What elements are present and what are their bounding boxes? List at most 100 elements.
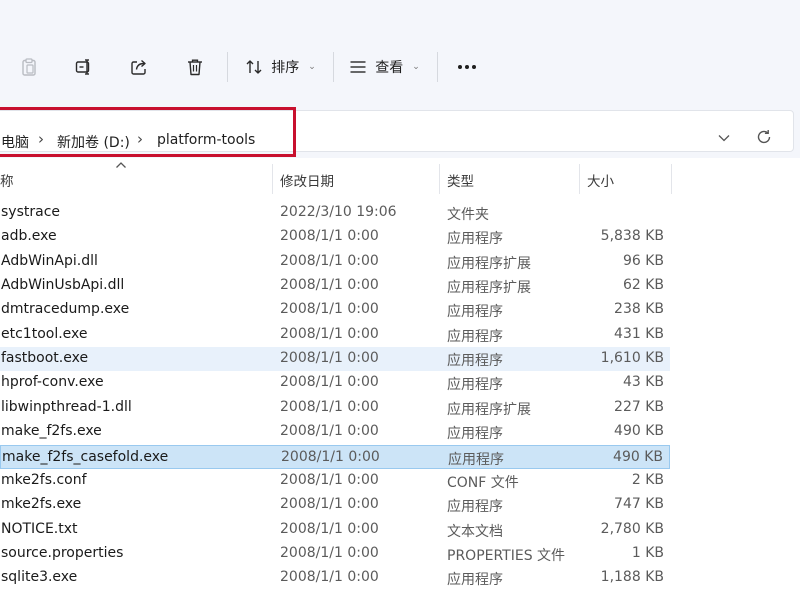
file-row[interactable]: make_f2fs_casefold.exe 2008/1/1 0:00 应用程序 4…: [0, 444, 670, 469]
file-date-modified: 2022/3/10 19:06: [280, 204, 397, 220]
file-date-modified: 2008/1/1 0:00: [280, 544, 379, 561]
file-date-modified: 2008/1/1 0:00: [280, 350, 379, 367]
file-name: fastboot.exe: [1, 350, 89, 367]
clipboard-icon: [22, 58, 36, 76]
file-size: 43 KB: [622, 374, 664, 391]
share-icon: [131, 59, 146, 75]
sort-label: 排序: [271, 60, 300, 76]
delete-button[interactable]: [178, 50, 212, 84]
column-header-name[interactable]: 称: [0, 170, 14, 190]
file-name: libwinpthread-1.dll: [1, 398, 132, 415]
more-dot: [465, 65, 469, 69]
file-row[interactable]: source.properties 2008/1/1 0:00 PROPERTIES…: [0, 542, 670, 566]
chevron-right-icon[interactable]: ›: [38, 130, 44, 148]
file-date-modified: 2008/1/1 0:00: [280, 471, 379, 488]
file-row[interactable]: AdbWinApi.dll 2008/1/1 0:00 应用程序扩展 96 KB: [0, 250, 670, 274]
file-row[interactable]: sqlite3.exe 2008/1/1 0:00 应用程序 1,188 KB: [0, 566, 670, 590]
file-size: 431 KB: [614, 325, 664, 342]
file-date-modified: 2008/1/1 0:00: [280, 252, 379, 269]
file-date-modified: 2008/1/1 0:00: [281, 448, 380, 465]
column-divider[interactable]: [439, 164, 440, 194]
file-date-modified: 2008/1/1 0:00: [280, 569, 379, 586]
share-button[interactable]: [122, 50, 156, 84]
file-date-modified: 2008/1/1 0:00: [280, 423, 379, 440]
file-name: adb.exe: [1, 228, 57, 245]
file-name: NOTICE.txt: [1, 520, 78, 537]
file-size: 227 KB: [614, 398, 664, 415]
file-row[interactable]: adb.exe 2008/1/1 0:00 应用程序 5,838 KB: [0, 225, 670, 249]
file-size: 2 KB: [631, 471, 664, 488]
sort-icon: [246, 60, 262, 74]
file-row[interactable]: mke2fs.exe 2008/1/1 0:00 应用程序 747 KB: [0, 493, 670, 517]
file-row[interactable]: AdbWinUsbApi.dll 2008/1/1 0:00 应用程序扩展 62 KB: [0, 274, 670, 298]
refresh-icon[interactable]: [755, 128, 773, 146]
breadcrumb-platform-tools[interactable]: platform-tools: [157, 132, 255, 148]
column-header-type[interactable]: 类型: [447, 170, 474, 190]
file-type: 应用程序: [448, 451, 504, 468]
view-list-icon: [350, 61, 366, 73]
file-date-modified: 2008/1/1 0:00: [280, 228, 379, 245]
file-name: hprof-conv.exe: [1, 374, 104, 391]
file-date-modified: 2008/1/1 0:00: [280, 277, 379, 294]
file-row[interactable]: systrace 2022/3/10 19:06 文件夹: [0, 201, 670, 225]
column-divider[interactable]: [272, 164, 273, 194]
view-button[interactable]: 查看 ⌄: [344, 50, 424, 84]
file-size: 62 KB: [622, 277, 664, 294]
chevron-right-icon[interactable]: ›: [137, 130, 143, 148]
file-name: systrace: [1, 204, 61, 220]
file-type: 应用程序: [447, 231, 503, 248]
toolbar-separator: [333, 52, 334, 82]
more-options-button[interactable]: [452, 52, 482, 82]
file-row[interactable]: hprof-conv.exe 2008/1/1 0:00 应用程序 43 KB: [0, 371, 670, 395]
file-type: 应用程序: [447, 499, 503, 516]
file-name: sqlite3.exe: [1, 569, 78, 586]
file-size: 5,838 KB: [600, 228, 664, 245]
file-size: 490 KB: [614, 423, 664, 440]
file-size: 747 KB: [614, 496, 664, 513]
file-row[interactable]: etc1tool.exe 2008/1/1 0:00 应用程序 431 KB: [0, 323, 670, 347]
file-type: 应用程序: [447, 304, 503, 321]
file-name: AdbWinUsbApi.dll: [1, 277, 125, 294]
file-date-modified: 2008/1/1 0:00: [280, 374, 379, 391]
column-header-size[interactable]: 大小: [587, 170, 614, 190]
more-dot: [458, 65, 462, 69]
column-divider[interactable]: [579, 164, 580, 194]
sort-button[interactable]: 排序 ⌄: [240, 50, 320, 84]
file-row[interactable]: NOTICE.txt 2008/1/1 0:00 文本文档 2,780 KB: [0, 518, 670, 542]
file-type: 应用程序: [447, 377, 503, 394]
column-divider[interactable]: [671, 164, 672, 194]
file-row[interactable]: libwinpthread-1.dll 2008/1/1 0:00 应用程序扩展 22…: [0, 396, 670, 420]
file-type: CONF 文件: [447, 474, 519, 491]
file-size: 238 KB: [614, 301, 664, 318]
chevron-down-icon[interactable]: [717, 131, 731, 145]
file-size: 1 KB: [631, 544, 664, 561]
address-bar-area: 电脑 › 新加卷 (D:) › platform-tools: [0, 100, 800, 158]
breadcrumb-this-pc[interactable]: 电脑: [1, 132, 29, 152]
chevron-down-icon: ⌄: [412, 62, 420, 72]
more-dot: [472, 65, 476, 69]
column-header-date-modified[interactable]: 修改日期: [280, 170, 334, 190]
file-date-modified: 2008/1/1 0:00: [280, 398, 379, 415]
file-date-modified: 2008/1/1 0:00: [280, 520, 379, 537]
file-name: make_f2fs_casefold.exe: [2, 448, 169, 465]
file-size: 2,780 KB: [600, 520, 664, 537]
file-row[interactable]: make_f2fs.exe 2008/1/1 0:00 应用程序 490 KB: [0, 420, 670, 444]
file-size: 490 KB: [613, 448, 663, 465]
breadcrumb-drive-d[interactable]: 新加卷 (D:): [57, 132, 130, 152]
rename-button[interactable]: [67, 50, 101, 84]
file-type: PROPERTIES 文件: [447, 547, 566, 564]
file-row[interactable]: dmtracedump.exe 2008/1/1 0:00 应用程序 238 KB: [0, 298, 670, 322]
file-size: 1,610 KB: [600, 350, 664, 367]
toolbar-separator: [437, 52, 438, 82]
command-bar: 排序 ⌄ 查看 ⌄: [0, 0, 800, 100]
file-type: 文本文档: [447, 523, 503, 540]
file-type: 应用程序扩展: [447, 401, 531, 418]
address-bar[interactable]: 电脑 › 新加卷 (D:) › platform-tools: [0, 107, 794, 157]
file-row[interactable]: mke2fs.conf 2008/1/1 0:00 CONF 文件 2 KB: [0, 469, 670, 493]
file-type: 文件夹: [447, 207, 489, 223]
file-row[interactable]: fastboot.exe 2008/1/1 0:00 应用程序 1,610 KB: [0, 347, 670, 372]
paste-button[interactable]: [12, 50, 46, 84]
file-name: mke2fs.conf: [1, 471, 87, 488]
file-date-modified: 2008/1/1 0:00: [280, 325, 379, 342]
toolbar-separator: [227, 52, 228, 82]
